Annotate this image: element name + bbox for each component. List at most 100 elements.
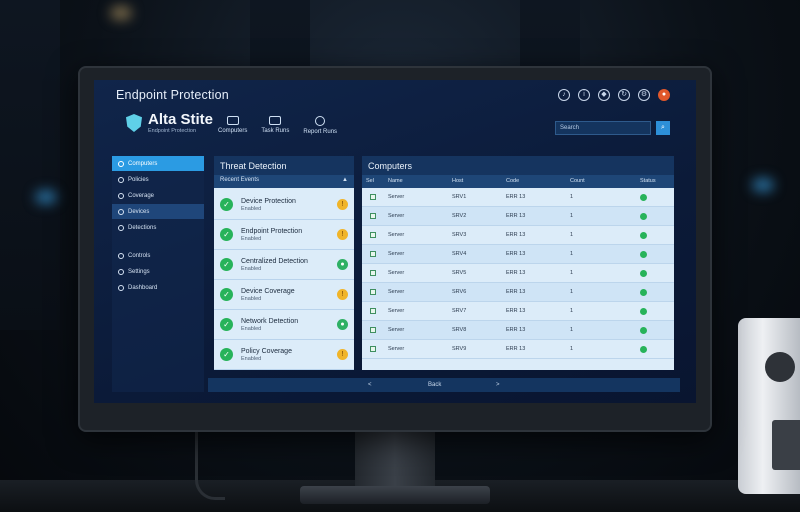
settings-icon (118, 268, 124, 275)
detection-item[interactable]: ✓ Network Detection Enabled ● (214, 310, 354, 340)
table-row[interactable]: Server SRV1 ERR 13 1 (362, 188, 674, 207)
table-row[interactable]: Server SRV3 ERR 13 1 (362, 226, 674, 245)
chevron-up-icon: ▲ (342, 177, 348, 183)
row-checkbox[interactable] (370, 194, 376, 200)
row-checkbox[interactable] (370, 270, 376, 276)
column-header[interactable]: Status (636, 175, 674, 188)
column-header[interactable]: Code (502, 175, 566, 188)
row-checkbox[interactable] (370, 251, 376, 257)
shield-icon (126, 114, 142, 132)
row-checkbox[interactable] (370, 232, 376, 238)
table-row[interactable]: Server SRV2 ERR 13 1 (362, 207, 674, 226)
detection-item[interactable]: ✓ Endpoint Protection Enabled ! (214, 220, 354, 250)
user-icon[interactable]: ◆ (598, 89, 610, 101)
monitor-icon (226, 116, 239, 125)
detection-panel-header[interactable]: Recent Events ▲ (214, 175, 354, 188)
nav-report-runs[interactable]: Report Runs (303, 116, 337, 135)
check-icon: ✓ (220, 258, 233, 271)
page-label[interactable]: Back (428, 382, 441, 388)
background-light (35, 190, 57, 204)
top-toolbar: ♪ i ◆ ↻ ⚙ ● (558, 89, 670, 101)
cell-host: SRV2 (452, 213, 467, 219)
column-header[interactable]: Host (448, 175, 502, 188)
column-header[interactable]: Sel (362, 175, 384, 188)
sidebar-item-coverage[interactable]: Coverage (112, 188, 204, 203)
detection-item[interactable]: ✓ Policy Coverage Enabled ! (214, 340, 354, 370)
search-input[interactable]: Search (555, 121, 651, 135)
status-ok-icon (640, 250, 647, 258)
sidebar-item-settings[interactable]: Settings (112, 264, 204, 279)
cell-host: SRV5 (452, 270, 467, 276)
table-row[interactable]: Server SRV9 ERR 13 1 (362, 340, 674, 359)
sidebar-item-devices[interactable]: Devices (112, 204, 204, 219)
top-nav: Computers Task Runs Report Runs (218, 116, 337, 135)
bell-icon[interactable]: ♪ (558, 89, 570, 101)
search-button[interactable]: ⌕ (656, 121, 670, 135)
row-checkbox[interactable] (370, 346, 376, 352)
app-screen: Endpoint Protection ♪ i ◆ ↻ ⚙ ● Alta Sti… (94, 80, 696, 403)
sidebar-item-detections[interactable]: Detections (112, 220, 204, 235)
table-row[interactable]: Server SRV8 ERR 13 1 (362, 321, 674, 340)
status-ok-icon (640, 193, 647, 201)
device-icon (118, 208, 124, 215)
sidebar-item-computers[interactable]: Computers (112, 156, 204, 171)
row-checkbox[interactable] (370, 213, 376, 219)
pagination-bar: < Back > (208, 378, 680, 392)
cell-name: Server (388, 251, 405, 257)
detection-item[interactable]: ✓ Centralized Detection Enabled ● (214, 250, 354, 280)
sidebar-item-dashboard[interactable]: Dashboard (112, 280, 204, 295)
cell-count: 1 (570, 270, 574, 276)
column-header[interactable]: Name (384, 175, 448, 188)
settings-icon[interactable]: ⚙ (638, 89, 650, 101)
column-header[interactable]: Count (566, 175, 636, 188)
cell-host: SRV8 (452, 327, 467, 333)
status-ok-icon (640, 231, 647, 239)
cell-code: ERR 13 (506, 327, 526, 333)
prev-page-button[interactable]: < (368, 382, 372, 388)
cell-count: 1 (570, 194, 574, 200)
info-icon[interactable]: i (578, 89, 590, 101)
table-row[interactable]: Server SRV5 ERR 13 1 (362, 264, 674, 283)
cell-host: SRV7 (452, 308, 467, 314)
detection-item[interactable]: ✓ Device Coverage Enabled ! (214, 280, 354, 310)
row-checkbox[interactable] (370, 308, 376, 314)
background-pillar (0, 0, 60, 330)
nav-computers[interactable]: Computers (218, 116, 247, 135)
cell-name: Server (388, 232, 405, 238)
status-ok-icon (640, 288, 647, 296)
detection-item[interactable]: ✓ Device Protection Enabled ! (214, 190, 354, 220)
table-row[interactable]: Server SRV7 ERR 13 1 (362, 302, 674, 321)
computers-panel: Computers Sel Name Host Code Count Statu… (362, 156, 674, 370)
cell-name: Server (388, 327, 405, 333)
dashboard-icon (118, 284, 124, 291)
table-row[interactable]: Server SRV6 ERR 13 1 (362, 283, 674, 302)
warning-icon: ! (337, 199, 348, 210)
cell-name: Server (388, 289, 405, 295)
cell-code: ERR 13 (506, 251, 526, 257)
sidebar: Computers Policies Coverage Devices Dete… (112, 156, 204, 392)
globe-icon (118, 160, 124, 167)
ok-icon: ● (337, 319, 348, 330)
row-checkbox[interactable] (370, 327, 376, 333)
nav-task-runs[interactable]: Task Runs (261, 116, 289, 135)
refresh-icon[interactable]: ↻ (618, 89, 630, 101)
ok-icon: ● (337, 259, 348, 270)
coverage-icon (118, 192, 124, 199)
sidebar-item-controls[interactable]: Controls (112, 248, 204, 263)
check-icon: ✓ (220, 348, 233, 361)
cell-count: 1 (570, 213, 574, 219)
cell-host: SRV1 (452, 194, 467, 200)
controls-icon (118, 252, 124, 259)
next-page-button[interactable]: > (496, 382, 500, 388)
row-checkbox[interactable] (370, 289, 376, 295)
cell-code: ERR 13 (506, 289, 526, 295)
sidebar-item-policies[interactable]: Policies (112, 172, 204, 187)
profile-icon[interactable]: ● (658, 89, 670, 101)
cell-code: ERR 13 (506, 194, 526, 200)
table-row[interactable]: Server SRV4 ERR 13 1 (362, 245, 674, 264)
brand: Alta Stite Endpoint Protection (126, 112, 213, 134)
warning-icon: ! (337, 289, 348, 300)
cell-code: ERR 13 (506, 232, 526, 238)
monitor-stand (355, 430, 435, 488)
check-icon: ✓ (220, 288, 233, 301)
